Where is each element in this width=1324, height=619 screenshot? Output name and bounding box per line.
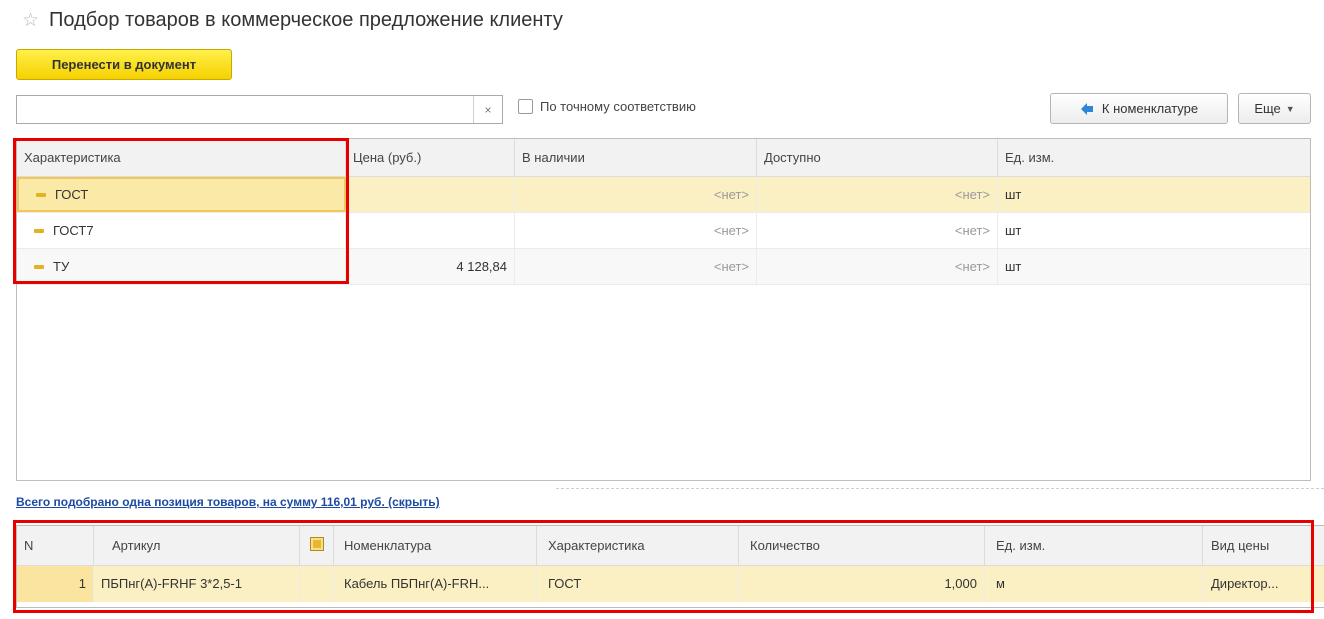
price-cell[interactable] [346,177,515,212]
characteristic-value: ТУ [53,259,70,274]
table-header: N Артикул Номенклатура Характеристика Ко… [17,526,1324,566]
column-header-price[interactable]: Цена (руб.) [346,139,515,176]
characteristic-value: ГОСТ7 [53,223,94,238]
table-header: Характеристика Цена (руб.) В наличии Дос… [17,139,1310,177]
unit-cell[interactable]: м [985,566,1203,602]
page-title: Подбор товаров в коммерческое предложени… [49,8,563,31]
table-row[interactable]: 1 ПБПнг(А)-FRHF 3*2,5-1 Кабель ПБПнг(А)-… [17,566,1324,602]
quantity-cell[interactable]: 1,000 [739,566,985,602]
table-row[interactable]: ГОСТ <нет> <нет> шт [17,177,1310,213]
characteristics-table: Характеристика Цена (руб.) В наличии Дос… [16,138,1311,481]
nomenclature-cell[interactable]: Кабель ПБПнг(А)-FRH... [334,566,537,602]
exact-match-checkbox[interactable] [518,99,533,114]
available-cell[interactable]: <нет> [757,249,998,284]
available-cell[interactable]: <нет> [757,213,998,248]
selection-summary-link[interactable]: Всего подобрано одна позиция товаров, на… [16,495,440,509]
characteristic-cell[interactable]: ТУ [17,249,346,284]
column-header-unit[interactable]: Ед. изм. [998,139,1310,176]
column-header-article[interactable]: Артикул [94,526,300,565]
unit-cell[interactable]: шт [998,177,1310,212]
column-header-in-stock[interactable]: В наличии [515,139,757,176]
characteristic-icon [34,264,44,269]
in-stock-cell[interactable]: <нет> [515,249,757,284]
column-header-quantity[interactable]: Количество [739,526,985,565]
page: ☆ Подбор товаров в коммерческое предложе… [0,0,1324,619]
column-header-n[interactable]: N [17,526,94,565]
close-icon: × [484,102,492,117]
characteristic-icon [34,228,44,233]
to-nomenclature-label: К номенклатуре [1101,101,1199,116]
column-header-characteristic[interactable]: Характеристика [537,526,739,565]
more-label: Еще [1254,101,1281,116]
table-row[interactable]: ТУ 4 128,84 <нет> <нет> шт [17,249,1310,285]
available-cell[interactable]: <нет> [757,177,998,212]
selected-goods-table: N Артикул Номенклатура Характеристика Ко… [16,525,1324,608]
unit-cell[interactable]: шт [998,213,1310,248]
column-header-price-type[interactable]: Вид цены [1203,526,1324,565]
search-box: × [16,95,503,124]
table-row[interactable]: ГОСТ7 <нет> <нет> шт [17,213,1310,249]
image-icon [310,537,324,551]
price-cell[interactable]: 4 128,84 [346,249,515,284]
to-nomenclature-button[interactable]: К номенклатуре [1050,93,1228,124]
search-input[interactable] [17,96,475,123]
characteristic-cell[interactable]: ГОСТ [537,566,739,602]
column-header-characteristic[interactable]: Характеристика [17,139,346,176]
divider [556,488,1324,489]
row-number-cell[interactable]: 1 [17,566,94,602]
exact-match-option[interactable]: По точному соответствию [518,99,696,114]
price-cell[interactable] [346,213,515,248]
clear-search-button[interactable]: × [473,96,502,123]
arrow-left-icon [1080,102,1093,115]
unit-cell[interactable]: шт [998,249,1310,284]
column-header-available[interactable]: Доступно [757,139,998,176]
more-button[interactable]: Еще ▼ [1238,93,1311,124]
column-header-nomenclature[interactable]: Номенклатура [334,526,537,565]
in-stock-cell[interactable]: <нет> [515,177,757,212]
characteristic-cell[interactable]: ГОСТ7 [17,213,346,248]
characteristic-value: ГОСТ [55,187,89,202]
transfer-to-document-button[interactable]: Перенести в документ [16,49,232,80]
column-header-image[interactable] [300,526,334,565]
title-row: ☆ Подбор товаров в коммерческое предложе… [22,6,563,34]
image-cell[interactable] [300,566,334,602]
exact-match-label: По точному соответствию [540,99,696,114]
characteristic-cell[interactable]: ГОСТ [17,177,346,212]
column-header-unit[interactable]: Ед. изм. [985,526,1203,565]
article-cell[interactable]: ПБПнг(А)-FRHF 3*2,5-1 [94,566,300,602]
chevron-down-icon: ▼ [1285,103,1295,114]
star-icon[interactable]: ☆ [22,11,39,30]
in-stock-cell[interactable]: <нет> [515,213,757,248]
price-type-cell[interactable]: Директор... [1203,566,1324,602]
characteristic-icon [36,192,46,197]
